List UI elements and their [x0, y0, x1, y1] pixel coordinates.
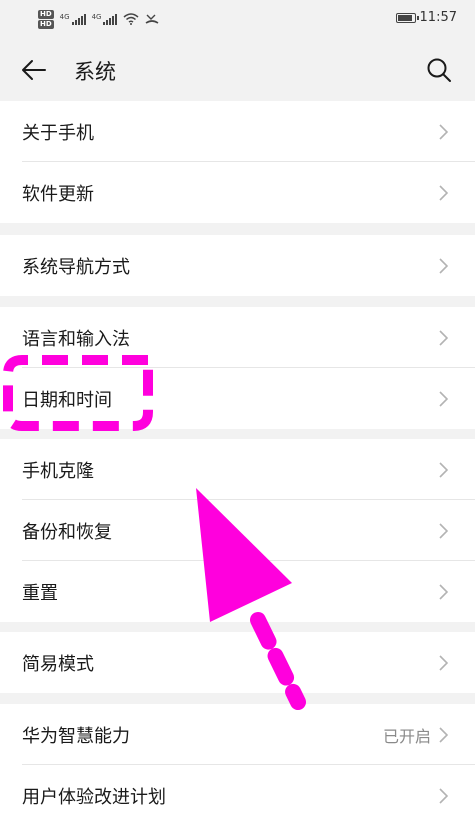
chevron-right-icon: [435, 522, 451, 539]
settings-group-huawei: 华为智慧能力 已开启 用户体验改进计划: [0, 704, 475, 823]
settings-item-label: 重置: [22, 582, 58, 604]
settings-item-label: 华为智慧能力: [22, 725, 130, 747]
chevron-right-icon: [435, 257, 451, 274]
page-title: 系统: [74, 60, 116, 84]
signal-sim2-icon: 4G: [92, 13, 118, 25]
chevron-right-icon: [435, 726, 451, 743]
settings-item-about-phone[interactable]: 关于手机: [0, 101, 475, 162]
signal-sim1-icon: 4G: [60, 13, 86, 25]
settings-item-reset[interactable]: 重置: [0, 561, 475, 622]
settings-item-label: 系统导航方式: [22, 256, 130, 278]
back-button[interactable]: [18, 54, 50, 86]
settings-item-phone-clone[interactable]: 手机克隆: [0, 439, 475, 500]
settings-item-label: 用户体验改进计划: [22, 786, 166, 808]
chevron-right-icon: [435, 329, 451, 346]
chevron-right-icon: [435, 654, 451, 671]
chevron-right-icon: [435, 787, 451, 804]
settings-group-backup: 手机克隆 备份和恢复 重置: [0, 439, 475, 622]
chevron-right-icon: [435, 583, 451, 600]
chevron-right-icon: [435, 123, 451, 140]
settings-item-label: 软件更新: [22, 183, 94, 205]
settings-item-navigation-mode[interactable]: 系统导航方式: [0, 235, 475, 296]
battery-icon: [395, 12, 419, 23]
settings-item-language-input[interactable]: 语言和输入法: [0, 307, 475, 368]
missed-call-icon: [146, 14, 159, 24]
settings-item-label: 语言和输入法: [22, 328, 130, 350]
status-icons-right: 11:57: [395, 10, 457, 25]
search-button[interactable]: [423, 54, 455, 86]
hd-badge: HD: [38, 19, 54, 29]
signal-sim2-label: 4G: [91, 13, 102, 21]
settings-group-language-time: 语言和输入法 日期和时间: [0, 307, 475, 429]
chevron-right-icon: [435, 461, 451, 478]
settings-item-value: 已开启: [382, 726, 431, 746]
settings-item-date-time[interactable]: 日期和时间: [0, 368, 475, 429]
app-bar: 系统: [0, 38, 475, 100]
status-bar: HD HD 4G 4G 11:57: [0, 0, 475, 38]
signal-sim1-label: 4G: [59, 13, 70, 21]
settings-item-backup-restore[interactable]: 备份和恢复: [0, 500, 475, 561]
arrow-left-icon: [22, 60, 46, 80]
settings-item-label: 手机克隆: [22, 460, 94, 482]
chevron-right-icon: [435, 390, 451, 407]
settings-item-simple-mode[interactable]: 简易模式: [0, 632, 475, 693]
status-icons-left: HD HD 4G 4G: [38, 6, 159, 32]
settings-item-label: 日期和时间: [22, 389, 112, 411]
wifi-icon: [123, 13, 139, 25]
settings-item-label: 备份和恢复: [22, 521, 112, 543]
settings-group-navigation: 系统导航方式: [0, 235, 475, 296]
settings-group-simple-mode: 简易模式: [0, 632, 475, 693]
settings-item-software-update[interactable]: 软件更新: [0, 162, 475, 223]
settings-group-device: 关于手机 软件更新: [0, 101, 475, 223]
settings-item-user-experience[interactable]: 用户体验改进计划: [0, 765, 475, 823]
settings-item-label: 关于手机: [22, 122, 94, 144]
clock: 11:57: [419, 10, 457, 25]
search-icon: [427, 58, 451, 82]
chevron-right-icon: [435, 184, 451, 201]
settings-item-label: 简易模式: [22, 653, 94, 675]
settings-item-huawei-assistant[interactable]: 华为智慧能力 已开启: [0, 704, 475, 765]
hd-badge: HD: [38, 9, 54, 19]
hd-badges: HD HD: [38, 9, 54, 29]
